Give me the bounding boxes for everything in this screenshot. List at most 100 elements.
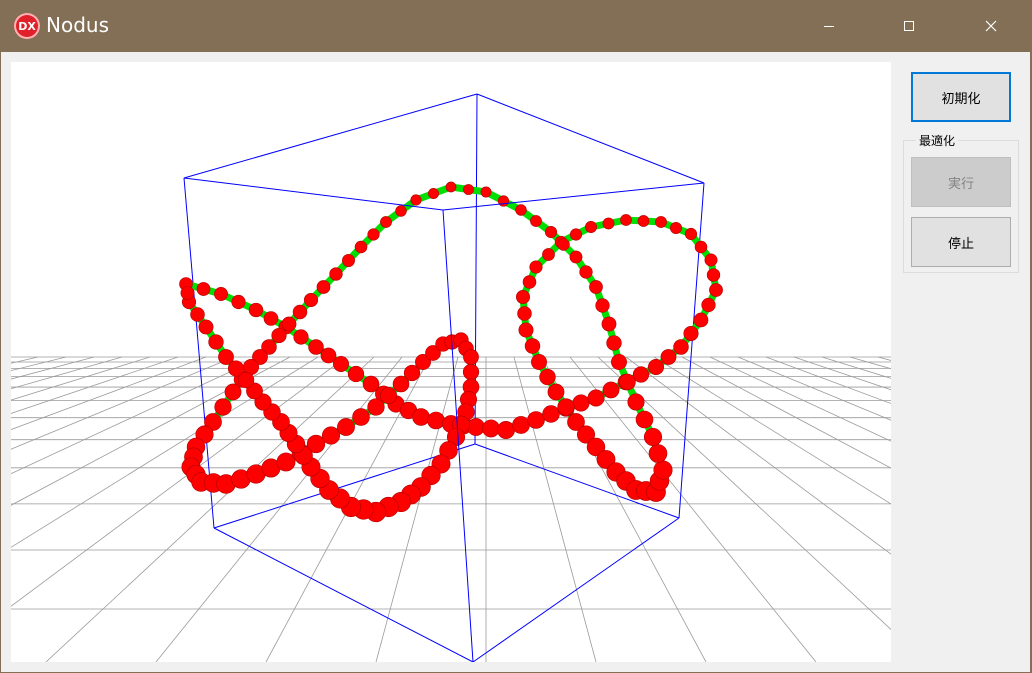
knot-node: [231, 294, 246, 310]
knot-node: [380, 216, 392, 228]
grid-line: [11, 356, 151, 401]
knot-node: [524, 338, 541, 354]
knot-node: [337, 418, 355, 436]
knot-node: [463, 184, 474, 195]
grid-line: [737, 356, 891, 421]
knot-node: [572, 394, 590, 412]
knot-node: [620, 214, 632, 226]
knot-node: [530, 215, 542, 227]
knot-node: [684, 227, 698, 241]
knot-node: [367, 398, 385, 416]
grid-line: [681, 356, 891, 469]
minimize-button[interactable]: [806, 0, 852, 52]
knot-node: [619, 373, 636, 391]
run-button[interactable]: 実行: [911, 157, 1011, 207]
knot-node: [670, 222, 682, 234]
knot-node: [463, 349, 479, 365]
knot-node: [569, 250, 583, 264]
grid-line: [11, 356, 347, 607]
grid-line: [625, 356, 891, 555]
window-border-left: [0, 52, 1, 673]
knot-node: [342, 254, 355, 267]
knot-node: [632, 366, 650, 383]
knot-node: [482, 419, 500, 438]
knot-node: [180, 286, 195, 300]
knot-node: [643, 427, 663, 447]
knot-node: [271, 327, 287, 344]
knot-node: [303, 292, 319, 308]
knot-node: [704, 253, 718, 267]
knot-node: [367, 228, 380, 241]
maximize-button[interactable]: [886, 0, 932, 52]
3d-viewport[interactable]: [11, 62, 891, 662]
knot-node: [627, 393, 645, 411]
knot-node: [196, 282, 211, 296]
grid-line: [11, 356, 235, 450]
knot-node: [445, 181, 457, 193]
knot-node: [655, 216, 667, 228]
optimize-group-label: 最適化: [916, 132, 959, 149]
knot-node: [316, 280, 331, 294]
knot-node: [281, 316, 297, 332]
grid-line: [569, 356, 817, 662]
knot-node: [694, 240, 708, 254]
knot-node: [709, 283, 723, 297]
grid-line: [653, 356, 891, 505]
floor-grid: [11, 356, 891, 662]
knot-node: [579, 265, 593, 279]
knot-node: [544, 225, 558, 239]
knot-node: [462, 363, 480, 381]
grid-line: [765, 356, 891, 404]
knot-node: [380, 387, 397, 404]
box-edge: [442, 182, 705, 211]
title-bar[interactable]: DX Nodus: [0, 0, 1032, 52]
knot-node: [395, 205, 407, 217]
grid-line: [45, 356, 375, 662]
box-edge: [476, 93, 705, 184]
grid-line: [709, 356, 891, 442]
knot-node: [427, 411, 445, 430]
knot-node: [531, 354, 547, 370]
app-icon: DX: [14, 13, 40, 39]
grid-line: [11, 356, 291, 506]
knot-node: [542, 248, 555, 261]
knot-node: [589, 280, 603, 294]
grid-line: [11, 356, 123, 390]
grid-line: [11, 356, 179, 414]
knot-node: [224, 383, 242, 401]
knot-node: [542, 405, 560, 423]
grid-line: [11, 356, 207, 430]
knot-scene[interactable]: [11, 62, 891, 662]
knot-node: [248, 302, 264, 318]
knot-node: [497, 195, 510, 207]
knot-node: [683, 325, 699, 342]
knot-node: [601, 316, 617, 332]
knot-node: [527, 411, 545, 429]
knot-node: [587, 389, 605, 407]
knot-node: [637, 215, 650, 227]
knot-node: [547, 383, 565, 401]
knot-node: [516, 290, 530, 304]
knot-node: [190, 307, 205, 322]
box-edge: [213, 527, 474, 662]
knot-node: [214, 287, 228, 301]
knot-node: [635, 410, 654, 429]
knot-chain: [179, 181, 723, 523]
knot-node: [352, 408, 370, 426]
knot-node: [557, 398, 575, 416]
maximize-icon: [904, 21, 914, 31]
knot-node: [660, 349, 677, 365]
knot-node: [557, 238, 570, 251]
close-button[interactable]: [968, 0, 1014, 52]
knot-node: [693, 312, 709, 328]
knot-node: [208, 334, 224, 350]
init-button[interactable]: 初期化: [911, 72, 1011, 122]
knot-node: [518, 322, 534, 338]
window-title: Nodus: [46, 13, 109, 37]
knot-node: [292, 304, 308, 320]
grid-line: [821, 356, 891, 379]
grid-line: [11, 356, 39, 364]
knot-node: [218, 349, 234, 365]
stop-button[interactable]: 停止: [911, 217, 1011, 267]
knot-node: [706, 268, 721, 282]
